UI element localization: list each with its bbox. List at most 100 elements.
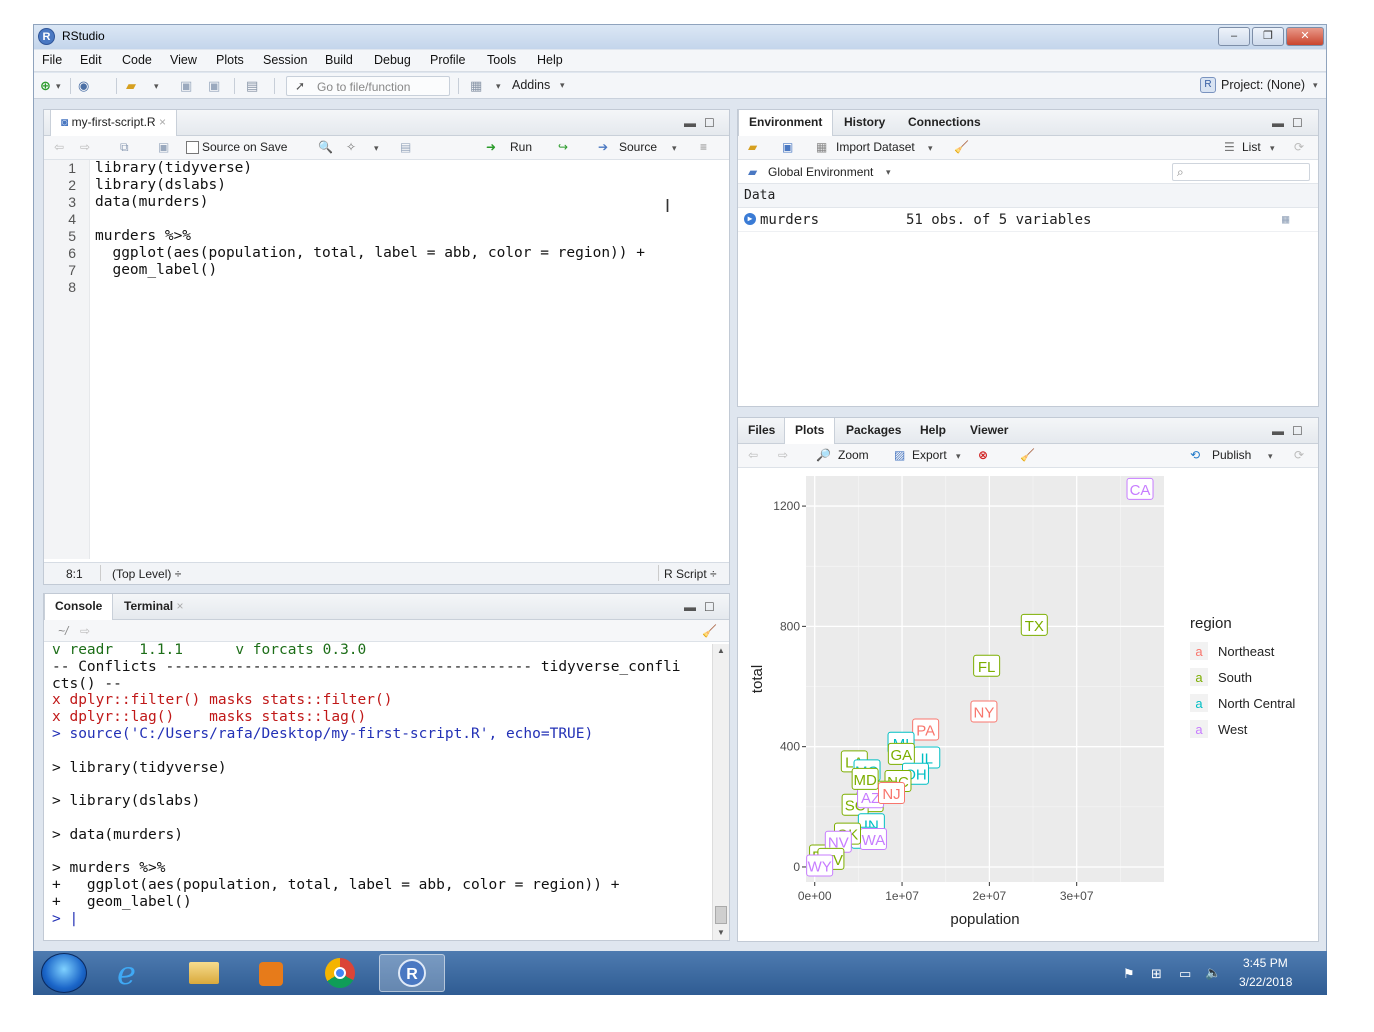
- broom-icon[interactable]: 🧹: [954, 140, 969, 154]
- save-icon[interactable]: ▣: [158, 140, 169, 154]
- minimize-pane-icon[interactable]: ▬: [1272, 116, 1284, 130]
- chevron-down-icon[interactable]: ▾: [1313, 80, 1318, 91]
- file-explorer-icon[interactable]: [175, 954, 233, 992]
- menu-edit[interactable]: Edit: [80, 53, 102, 67]
- chevron-down-icon[interactable]: ▾: [374, 143, 379, 154]
- menu-plots[interactable]: Plots: [216, 53, 244, 67]
- print-icon[interactable]: ▤: [246, 78, 258, 94]
- maximize-pane-icon[interactable]: ☐: [704, 600, 715, 614]
- save-all-icon[interactable]: ▣: [208, 78, 220, 94]
- forward-arrow-icon[interactable]: ⇨: [80, 140, 90, 154]
- menu-tools[interactable]: Tools: [487, 53, 516, 67]
- clock-date[interactable]: 3/22/2018: [1239, 975, 1292, 989]
- refresh-icon[interactable]: ⟳: [1294, 448, 1304, 462]
- environment-row-murders[interactable]: ▶ murders 51 obs. of 5 variables ▦: [738, 208, 1318, 232]
- scope-selector[interactable]: (Top Level) ÷: [112, 567, 181, 581]
- close-tab-icon[interactable]: ×: [159, 115, 166, 129]
- minimize-icon[interactable]: ‒: [1218, 27, 1250, 46]
- menu-debug[interactable]: Debug: [374, 53, 411, 67]
- environment-search-input[interactable]: ⌕: [1172, 163, 1310, 181]
- chevron-down-icon[interactable]: ▾: [956, 451, 961, 462]
- maximize-pane-icon[interactable]: ☐: [1292, 116, 1303, 130]
- device-icon[interactable]: ⊞: [1151, 966, 1162, 982]
- open-file-icon[interactable]: ▰: [126, 78, 136, 94]
- minimize-pane-icon[interactable]: ▬: [684, 600, 696, 614]
- compile-report-icon[interactable]: ▤: [400, 140, 411, 154]
- console-output[interactable]: v readr 1.1.1 v forcats 0.3.0 -- Conflict…: [44, 642, 712, 940]
- tab-console[interactable]: Console: [44, 594, 114, 620]
- maximize-pane-icon[interactable]: ☐: [704, 116, 715, 130]
- console-scrollbar[interactable]: ▲ ▼: [712, 644, 729, 940]
- zoom-button[interactable]: Zoom: [838, 448, 869, 462]
- scroll-up-icon[interactable]: ▲: [717, 646, 725, 655]
- view-data-icon[interactable]: ▦: [1282, 212, 1289, 226]
- chevron-down-icon[interactable]: ▾: [560, 80, 565, 91]
- minimize-pane-icon[interactable]: ▬: [684, 116, 696, 130]
- go-to-directory-icon[interactable]: ⇨: [80, 624, 90, 638]
- run-button[interactable]: Run: [510, 140, 532, 154]
- view-mode-selector[interactable]: List: [1242, 140, 1261, 154]
- chrome-icon[interactable]: [311, 954, 369, 992]
- maximize-icon[interactable]: ❐: [1252, 27, 1284, 46]
- chevron-down-icon[interactable]: ▾: [886, 167, 891, 178]
- previous-plot-icon[interactable]: ⇦: [748, 448, 758, 462]
- save-icon[interactable]: ▣: [180, 78, 192, 94]
- project-menu[interactable]: Project: (None): [1221, 78, 1305, 92]
- menu-view[interactable]: View: [170, 53, 197, 67]
- menu-profile[interactable]: Profile: [430, 53, 465, 67]
- start-button[interactable]: [41, 953, 87, 993]
- publish-button[interactable]: Publish: [1212, 448, 1251, 462]
- tab-plots[interactable]: Plots: [784, 418, 836, 444]
- chevron-down-icon[interactable]: ▾: [672, 143, 677, 154]
- chevron-down-icon[interactable]: ▾: [1270, 143, 1275, 154]
- rerun-icon[interactable]: ↪: [558, 140, 568, 154]
- chevron-down-icon[interactable]: ▾: [928, 143, 933, 154]
- export-button[interactable]: Export: [912, 448, 947, 462]
- tab-environment[interactable]: Environment: [738, 110, 834, 136]
- magic-wand-icon[interactable]: ✧: [346, 140, 356, 154]
- refresh-icon[interactable]: ⟳: [1294, 140, 1304, 154]
- menu-session[interactable]: Session: [263, 53, 307, 67]
- tab-packages[interactable]: Packages: [836, 418, 911, 444]
- goto-file-input[interactable]: ➚ Go to file/function: [286, 76, 450, 96]
- menu-file[interactable]: File: [42, 53, 62, 67]
- new-file-icon[interactable]: ⊕: [40, 78, 51, 94]
- back-arrow-icon[interactable]: ⇦: [54, 140, 64, 154]
- import-dataset-button[interactable]: Import Dataset: [836, 140, 915, 154]
- file-type-selector[interactable]: R Script ÷: [664, 567, 717, 581]
- new-project-icon[interactable]: ◉: [78, 78, 89, 94]
- internet-explorer-icon[interactable]: e: [105, 954, 163, 992]
- menu-code[interactable]: Code: [122, 53, 152, 67]
- tab-help[interactable]: Help: [910, 418, 956, 444]
- tab-history[interactable]: History: [834, 110, 895, 136]
- scope-selector[interactable]: Global Environment: [768, 165, 873, 179]
- save-workspace-icon[interactable]: ▣: [782, 140, 793, 154]
- search-icon[interactable]: 🔍: [318, 140, 333, 154]
- minimize-pane-icon[interactable]: ▬: [1272, 424, 1284, 438]
- chevron-down-icon[interactable]: ▾: [154, 81, 159, 97]
- broom-icon[interactable]: 🧹: [1020, 448, 1035, 462]
- title-bar[interactable]: R RStudio ‒ ❐ ✕: [34, 25, 1326, 49]
- code-area[interactable]: library(tidyverse) library(dslabs) data(…: [91, 160, 727, 559]
- tab-my-first-script[interactable]: ◙ my-first-script.R ×: [50, 110, 177, 136]
- menu-build[interactable]: Build: [325, 53, 353, 67]
- chevron-down-icon[interactable]: ▾: [1268, 451, 1273, 462]
- source-on-save-checkbox[interactable]: [186, 141, 199, 154]
- close-tab-icon[interactable]: ×: [176, 599, 183, 613]
- grid-layout-icon[interactable]: ▦: [470, 78, 482, 94]
- tab-connections[interactable]: Connections: [898, 110, 991, 136]
- chevron-down-icon[interactable]: ▾: [56, 81, 61, 97]
- clear-console-icon[interactable]: 🧹: [702, 624, 717, 638]
- show-in-window-icon[interactable]: ⧉: [120, 140, 129, 155]
- tab-files[interactable]: Files: [738, 418, 785, 444]
- scrollbar-thumb[interactable]: [715, 906, 727, 924]
- next-plot-icon[interactable]: ⇨: [778, 448, 788, 462]
- media-player-icon[interactable]: [241, 954, 299, 992]
- remove-plot-icon[interactable]: ⊗: [978, 448, 988, 462]
- maximize-pane-icon[interactable]: ☐: [1292, 424, 1303, 438]
- network-icon[interactable]: ▭: [1179, 966, 1191, 982]
- chevron-down-icon[interactable]: ▾: [496, 81, 501, 97]
- addins-button[interactable]: Addins: [512, 78, 550, 92]
- action-center-icon[interactable]: ⚑: [1123, 966, 1135, 982]
- scroll-down-icon[interactable]: ▼: [717, 928, 725, 937]
